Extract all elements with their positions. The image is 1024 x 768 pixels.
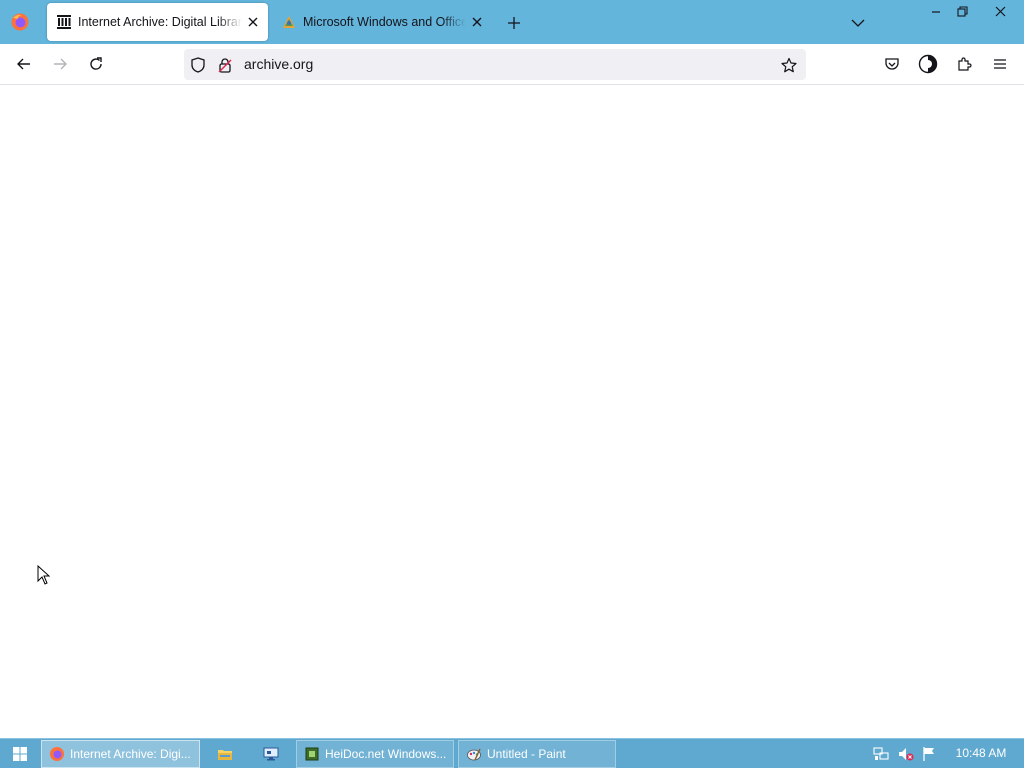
bookmark-star-icon[interactable] bbox=[780, 56, 798, 74]
start-button[interactable] bbox=[4, 742, 36, 766]
tab-microsoft-windows-office[interactable]: Microsoft Windows and Office ISO bbox=[272, 3, 492, 41]
chevron-down-icon[interactable] bbox=[846, 11, 870, 35]
close-tab-icon[interactable] bbox=[242, 11, 264, 33]
url-bar[interactable]: archive.org bbox=[184, 49, 806, 80]
windows-taskbar: Internet Archive: Digi... HeiDoc.net Win… bbox=[0, 738, 1024, 768]
tab-internet-archive[interactable]: Internet Archive: Digital Library bbox=[47, 3, 268, 41]
tab-label: Internet Archive: Digital Library bbox=[78, 15, 242, 29]
taskbar-item-label: Untitled - Paint bbox=[487, 747, 566, 761]
pocket-icon[interactable] bbox=[878, 50, 906, 78]
reload-icon[interactable] bbox=[82, 50, 110, 78]
mouse-cursor-icon bbox=[37, 564, 51, 590]
taskbar-item-label: Internet Archive: Digi... bbox=[70, 747, 191, 761]
network-tray-icon[interactable] bbox=[873, 746, 889, 762]
restore-icon[interactable] bbox=[946, 0, 978, 22]
page-content-area[interactable] bbox=[0, 85, 1024, 738]
close-window-icon[interactable] bbox=[978, 0, 1022, 22]
windows-logo-icon bbox=[13, 747, 27, 761]
tab-label: Microsoft Windows and Office ISO bbox=[303, 15, 466, 29]
archive-icon bbox=[56, 14, 72, 30]
network-connections-icon bbox=[263, 746, 279, 762]
close-tab-icon[interactable] bbox=[466, 11, 488, 33]
menu-icon[interactable] bbox=[986, 50, 1014, 78]
navigation-toolbar: archive.org bbox=[0, 44, 1024, 85]
new-tab-icon[interactable] bbox=[502, 11, 526, 35]
taskbar-item-label: HeiDoc.net Windows... bbox=[325, 747, 447, 761]
account-icon[interactable] bbox=[914, 50, 942, 78]
taskbar-item-heidoc[interactable]: HeiDoc.net Windows... bbox=[296, 740, 454, 768]
browser-titlebar: Internet Archive: Digital Library Micros… bbox=[0, 0, 1024, 44]
taskbar-item-firefox[interactable]: Internet Archive: Digi... bbox=[41, 740, 200, 768]
extensions-icon[interactable] bbox=[950, 50, 978, 78]
heidoc-app-icon bbox=[304, 746, 320, 762]
forward-icon[interactable] bbox=[46, 50, 74, 78]
action-center-flag-icon[interactable] bbox=[921, 746, 937, 762]
taskbar-item-network[interactable] bbox=[254, 740, 288, 768]
taskbar-clock[interactable]: 10:48 AM bbox=[948, 746, 1014, 760]
shield-icon[interactable] bbox=[189, 56, 207, 74]
taskbar-item-file-explorer[interactable] bbox=[208, 740, 242, 768]
volume-muted-icon[interactable] bbox=[898, 746, 914, 762]
paint-icon bbox=[466, 746, 482, 762]
firefox-icon bbox=[49, 746, 65, 762]
firefox-icon[interactable] bbox=[8, 10, 32, 34]
heidoc-icon bbox=[281, 14, 297, 30]
lock-icon[interactable] bbox=[216, 56, 234, 74]
url-text: archive.org bbox=[244, 56, 314, 72]
back-icon[interactable] bbox=[10, 50, 38, 78]
file-explorer-icon bbox=[217, 746, 233, 762]
taskbar-item-paint[interactable]: Untitled - Paint bbox=[458, 740, 616, 768]
